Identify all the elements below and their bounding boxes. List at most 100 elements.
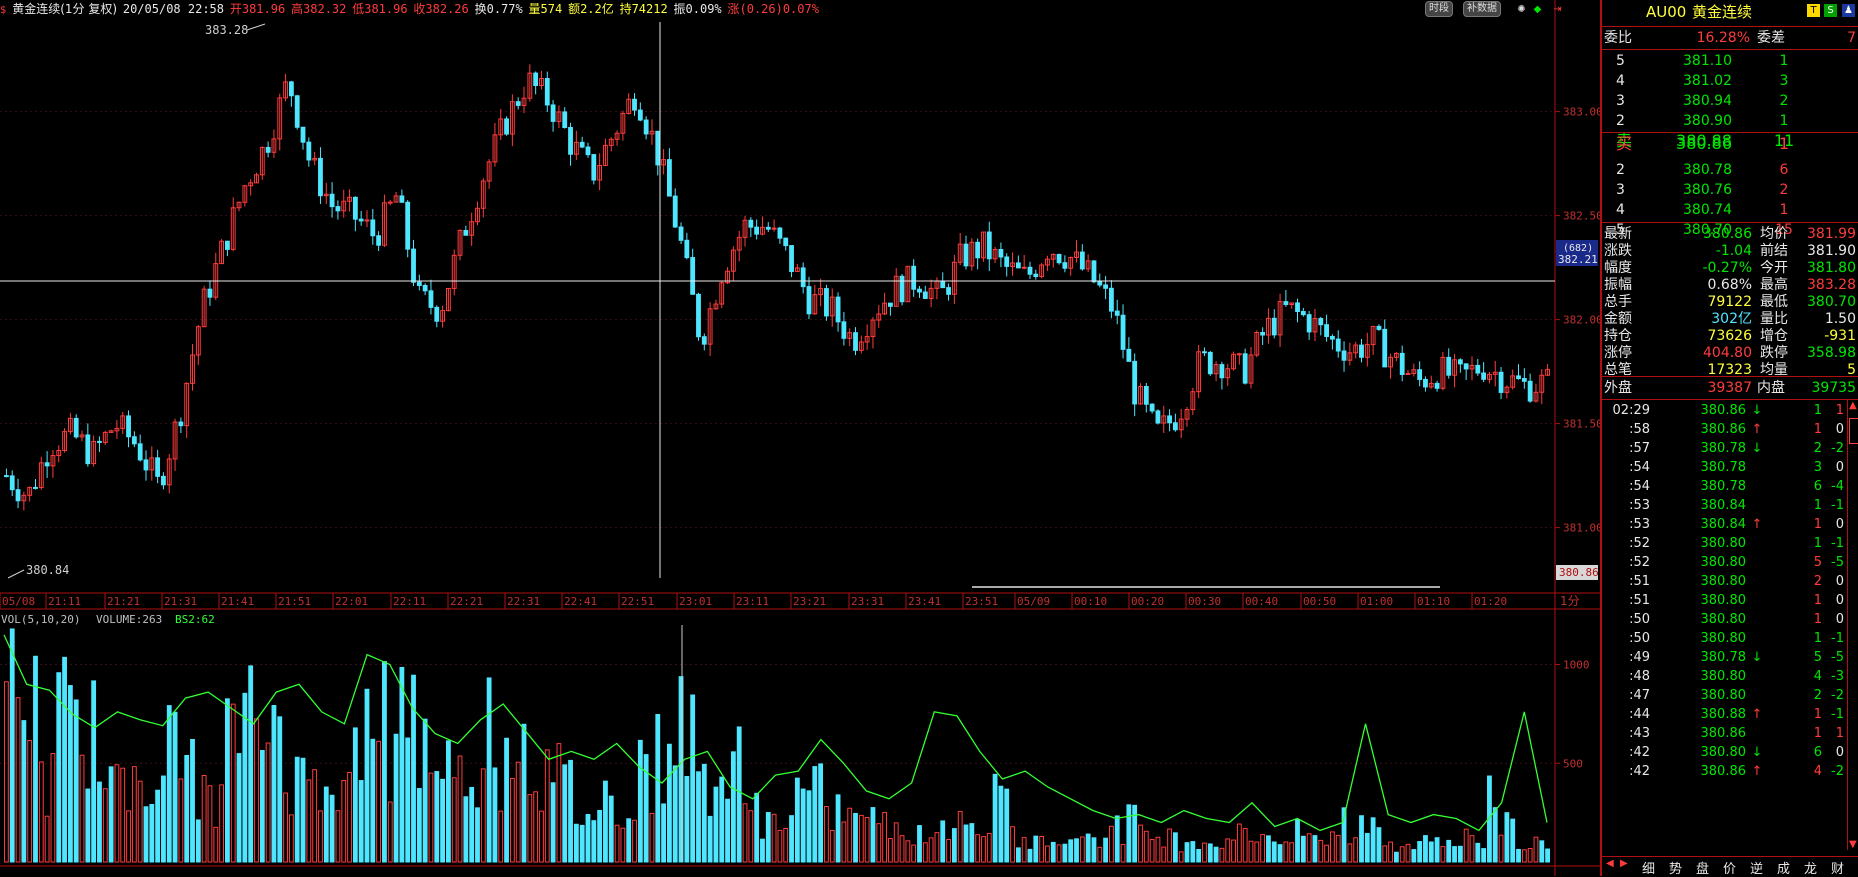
order-ratio-row: 委比 16.28% 委差 7: [1604, 30, 1856, 46]
volume-bar: [893, 822, 899, 863]
bid-row: 3 380.76 2: [1602, 180, 1858, 200]
volume-bar: [719, 776, 725, 863]
candle-body: [515, 101, 521, 106]
ask-level: 4: [1616, 73, 1625, 89]
volume-bar: [771, 813, 777, 863]
x-tick-label: 21:11: [48, 595, 81, 608]
panel-title: AU00 黄金连续 T S ♟: [1602, 2, 1858, 24]
volume-bar: [411, 674, 416, 863]
tick-delta: -2: [1831, 764, 1844, 779]
panel-tab[interactable]: 价: [1723, 858, 1736, 877]
volume-bar: [451, 777, 457, 863]
candle-body: [940, 280, 946, 289]
candle-body: [690, 257, 696, 295]
scroll-up-icon[interactable]: ▲: [1849, 400, 1857, 411]
tick-time: :49: [1629, 650, 1650, 665]
candle-body: [370, 219, 376, 237]
close-price: 收382.26: [413, 2, 469, 16]
tick-price: 380.80: [1700, 669, 1747, 684]
candle-body: [632, 98, 637, 111]
quote-panel: AU00 黄金连续 T S ♟ 委比 16.28% 委差 7 5 381.10 1 4…: [1600, 0, 1858, 877]
volume-bar: [335, 810, 341, 863]
volume-bar: [1498, 834, 1504, 863]
people-icon[interactable]: ♟: [1842, 4, 1855, 17]
panel-tab[interactable]: 细: [1642, 858, 1655, 877]
tick-time: :57: [1629, 441, 1650, 456]
kline-chart[interactable]: 383.00 382.50 382.00 381.50 381.00 383.28 380.…: [0, 0, 1600, 876]
volume-bar: [259, 750, 265, 863]
tick-price: 380.86: [1700, 726, 1747, 741]
tick-volume: 3: [1813, 460, 1822, 475]
expand-icon[interactable]: ⇥: [1551, 3, 1564, 16]
volume-bar: [4, 681, 9, 863]
candle-body: [85, 434, 91, 465]
candle-body: [9, 475, 15, 491]
volume-bar: [120, 767, 126, 863]
volume-bar: [1475, 842, 1481, 863]
panel-tab[interactable]: 龙: [1804, 858, 1817, 877]
volume-bar: [1196, 849, 1202, 863]
tick-volume: 1: [1813, 726, 1822, 741]
volume-bar: [486, 677, 492, 863]
volume-bar: [38, 761, 44, 863]
order-ratio: 16.28%: [1696, 30, 1750, 46]
tab-next-icon[interactable]: ▶: [1620, 858, 1628, 869]
volume-bar: [1062, 843, 1068, 863]
low-pointer: [7, 569, 25, 579]
volume-bar: [387, 801, 393, 863]
panel-tab[interactable]: 财: [1831, 858, 1844, 877]
x-tick-label: 23:11: [736, 595, 769, 608]
tick-scrollbar[interactable]: ▲ ▼: [1847, 400, 1858, 850]
bid-volume: 2: [1779, 182, 1789, 198]
supplement-data-button[interactable]: 补数据: [1463, 1, 1501, 17]
tick-delta: -1: [1831, 536, 1844, 551]
volume-bar: [1405, 843, 1411, 863]
volume-bar: [178, 778, 184, 863]
period-button[interactable]: 时段: [1425, 1, 1453, 17]
panel-tab[interactable]: 势: [1669, 858, 1682, 877]
candle-body: [800, 267, 806, 288]
s-icon[interactable]: S: [1824, 4, 1837, 17]
tick-volume: 1: [1813, 517, 1822, 532]
volume-bar: [1050, 841, 1056, 863]
volume-bar: [585, 814, 591, 863]
x-tick-label: 00:10: [1074, 595, 1107, 608]
tab-prev-icon[interactable]: ◀: [1606, 858, 1614, 869]
volume-bar: [44, 815, 50, 863]
candle-body: [329, 193, 335, 208]
settings-icon[interactable]: ✺: [1515, 3, 1528, 16]
panel-tab[interactable]: 盘: [1696, 858, 1709, 877]
volume-bar: [62, 656, 67, 863]
tick-delta: 0: [1835, 422, 1844, 437]
panel-tab[interactable]: 成: [1777, 858, 1790, 877]
volume-bar: [626, 818, 632, 863]
t-icon[interactable]: T: [1807, 4, 1820, 17]
candle-body: [1306, 314, 1312, 333]
tick-delta: 0: [1835, 460, 1844, 475]
tick-delta: -1: [1831, 707, 1844, 722]
panel-tab[interactable]: 逆: [1750, 858, 1763, 877]
tick-time: :50: [1629, 612, 1650, 627]
volume-bar: [131, 766, 137, 863]
tick-volume: 1: [1813, 631, 1822, 646]
x-tick-label: 00:20: [1131, 595, 1164, 608]
tick-time: :51: [1629, 593, 1650, 608]
candle-body: [306, 141, 312, 161]
volume-bar: [108, 766, 114, 863]
volume-bar: [969, 823, 975, 863]
scroll-thumb[interactable]: [1849, 418, 1858, 444]
tick-delta: -1: [1831, 631, 1844, 646]
scroll-down-icon[interactable]: ▼: [1849, 839, 1857, 850]
menu-icon[interactable]: $: [0, 5, 6, 16]
volume-bar: [1393, 851, 1399, 863]
volume-bar: [707, 815, 713, 863]
volume-bar: [1324, 844, 1329, 863]
volume-bar: [701, 763, 707, 863]
volume-bar: [1335, 834, 1341, 863]
candle-body: [504, 118, 509, 135]
candle-body: [1399, 352, 1405, 375]
tick-row: :52 380.80 5 -5: [1602, 553, 1858, 573]
diamond-icon[interactable]: ◆: [1531, 3, 1544, 16]
x-tick-label: 21:31: [164, 595, 197, 608]
tick-row: :54 380.78 3 0: [1602, 458, 1858, 478]
